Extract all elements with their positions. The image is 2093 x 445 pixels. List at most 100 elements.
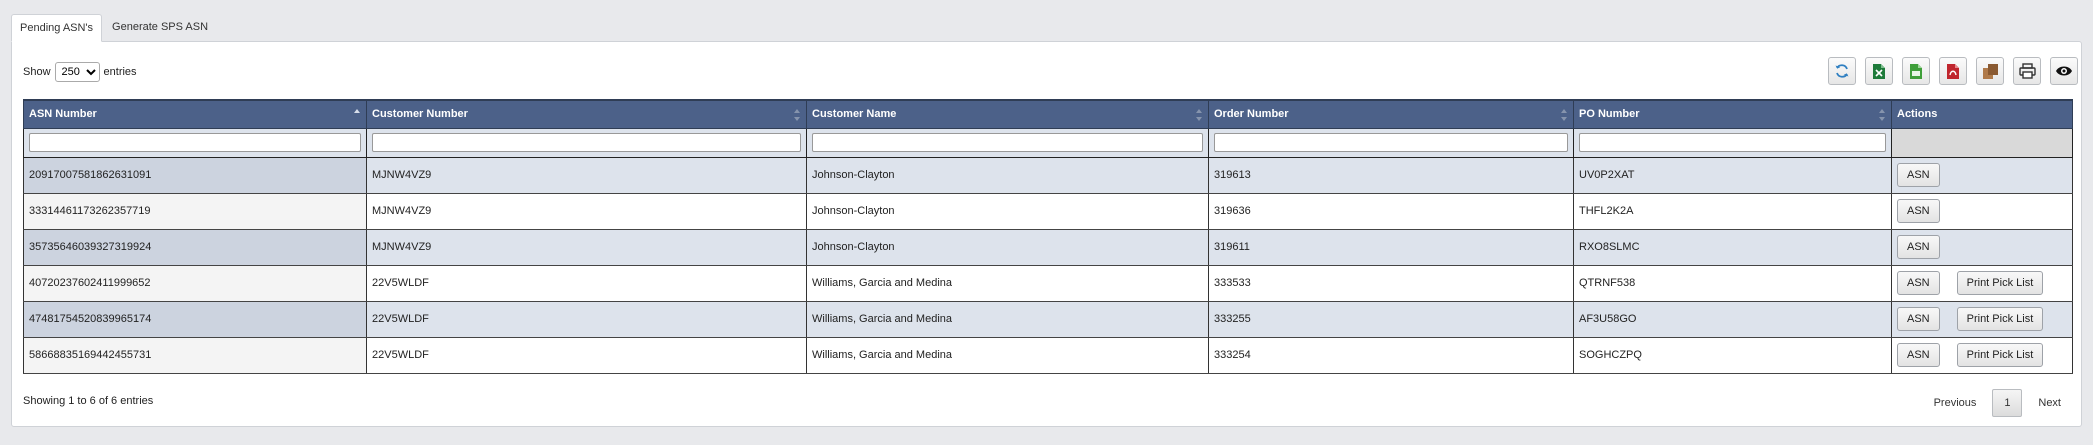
filter-cell (366, 128, 807, 158)
export-toolbar (1828, 57, 2078, 85)
asn-table: ASN Number Customer Number Customer Name… (23, 99, 2073, 374)
entries-length-control: Show 250 entries (23, 62, 137, 82)
customer-number-cell: 22V5WLDF (366, 265, 807, 302)
asn-button[interactable]: ASN (1897, 343, 1940, 367)
column-header-label: ASN Number (29, 108, 97, 121)
copy-button[interactable] (1976, 57, 2004, 85)
order-number-filter-input[interactable] (1214, 133, 1568, 152)
table-row: 40720237602411999652 22V5WLDF Williams, … (23, 265, 2073, 302)
column-header-po-number[interactable]: PO Number (1573, 99, 1892, 129)
print-pick-list-button[interactable]: Print Pick List (1956, 343, 2044, 367)
po-number-cell: SOGHCZPQ (1573, 337, 1892, 374)
po-number-cell: AF3U58GO (1573, 301, 1892, 338)
sort-icon (794, 109, 800, 121)
asn-number-filter-input[interactable] (29, 133, 361, 152)
column-header-customer-name[interactable]: Customer Name (806, 99, 1209, 129)
print-pick-list-button[interactable]: Print Pick List (1956, 271, 2044, 295)
order-number-cell: 319611 (1208, 229, 1574, 266)
export-pdf-button[interactable] (1939, 57, 1967, 85)
column-header-label: PO Number (1579, 108, 1640, 121)
customer-name-filter-input[interactable] (812, 133, 1203, 152)
tab-generate-sps-asn[interactable]: Generate SPS ASN (104, 14, 216, 41)
actions-cell: ASN Print Pick List (1891, 301, 2073, 338)
po-number-cell: QTRNF538 (1573, 265, 1892, 302)
filter-row (23, 128, 2073, 158)
copy-icon (1982, 63, 1999, 80)
customer-name-cell: Williams, Garcia and Medina (806, 265, 1209, 302)
asn-number-cell: 47481754520839965174 (23, 301, 367, 338)
sort-icon (1196, 109, 1202, 121)
po-number-cell: UV0P2XAT (1573, 157, 1892, 194)
show-label: Show (23, 66, 51, 78)
actions-cell: ASN (1891, 157, 2073, 194)
sort-icon (1561, 109, 1567, 121)
previous-page-button[interactable]: Previous (1924, 397, 1987, 409)
csv-icon (1909, 63, 1923, 80)
asn-number-cell: 40720237602411999652 (23, 265, 367, 302)
next-page-button[interactable]: Next (2028, 397, 2071, 409)
refresh-button[interactable] (1828, 57, 1856, 85)
tab-bar: Pending ASN's Generate SPS ASN (11, 14, 216, 42)
pagination: Previous 1 Next (1924, 389, 2071, 417)
table-row: 20917007581862631091 MJNW4VZ9 Johnson-Cl… (23, 157, 2073, 194)
sort-ascending-icon (354, 109, 360, 121)
filter-cell (23, 128, 367, 158)
asn-button[interactable]: ASN (1897, 235, 1940, 259)
column-header-asn-number[interactable]: ASN Number (23, 99, 367, 129)
refresh-icon (1834, 63, 1850, 79)
column-header-customer-number[interactable]: Customer Number (366, 99, 807, 129)
customer-name-cell: Johnson-Clayton (806, 229, 1209, 266)
order-number-cell: 319636 (1208, 193, 1574, 230)
customer-number-cell: 22V5WLDF (366, 301, 807, 338)
column-header-label: Order Number (1214, 108, 1289, 121)
customer-number-filter-input[interactable] (372, 133, 801, 152)
table-info: Showing 1 to 6 of 6 entries (23, 395, 154, 407)
po-number-filter-input[interactable] (1579, 133, 1886, 152)
actions-cell: ASN (1891, 229, 2073, 266)
customer-number-cell: MJNW4VZ9 (366, 193, 807, 230)
customer-name-cell: Johnson-Clayton (806, 157, 1209, 194)
po-number-cell: RXO8SLMC (1573, 229, 1892, 266)
asn-button[interactable]: ASN (1897, 163, 1940, 187)
asn-number-cell: 33314461173262357719 (23, 193, 367, 230)
customer-name-cell: Williams, Garcia and Medina (806, 337, 1209, 374)
asn-number-cell: 35735646039327319924 (23, 229, 367, 266)
actions-filter-cell (1891, 128, 2073, 158)
customer-number-cell: MJNW4VZ9 (366, 229, 807, 266)
tab-pending-asns[interactable]: Pending ASN's (11, 14, 103, 42)
header-row: ASN Number Customer Number Customer Name… (23, 99, 2073, 129)
page-1-button[interactable]: 1 (1992, 389, 2023, 417)
customer-number-cell: MJNW4VZ9 (366, 157, 807, 194)
table-row: 35735646039327319924 MJNW4VZ9 Johnson-Cl… (23, 229, 2073, 266)
print-pick-list-button[interactable]: Print Pick List (1956, 307, 2044, 331)
asn-button[interactable]: ASN (1897, 199, 1940, 223)
column-header-actions: Actions (1891, 99, 2073, 129)
filter-cell (806, 128, 1209, 158)
tab-panel: Show 250 entries ASN Number Customer Num… (11, 41, 2082, 427)
print-icon (2018, 63, 2036, 79)
order-number-cell: 319613 (1208, 157, 1574, 194)
table-row: 33314461173262357719 MJNW4VZ9 Johnson-Cl… (23, 193, 2073, 230)
sort-icon (1879, 109, 1885, 121)
column-header-label: Customer Number (372, 108, 468, 121)
customer-name-cell: Williams, Garcia and Medina (806, 301, 1209, 338)
customer-number-cell: 22V5WLDF (366, 337, 807, 374)
customer-name-cell: Johnson-Clayton (806, 193, 1209, 230)
table-row: 58668835169442455731 22V5WLDF Williams, … (23, 337, 2073, 374)
asn-number-cell: 20917007581862631091 (23, 157, 367, 194)
asn-number-cell: 58668835169442455731 (23, 337, 367, 374)
asn-button[interactable]: ASN (1897, 271, 1940, 295)
column-header-label: Customer Name (812, 108, 897, 121)
pdf-icon (1946, 63, 1960, 80)
print-button[interactable] (2013, 57, 2041, 85)
order-number-cell: 333255 (1208, 301, 1574, 338)
column-header-order-number[interactable]: Order Number (1208, 99, 1574, 129)
export-excel-button[interactable] (1865, 57, 1893, 85)
table-row: 47481754520839965174 22V5WLDF Williams, … (23, 301, 2073, 338)
entries-per-page-select[interactable]: 250 (54, 62, 100, 82)
column-visibility-button[interactable] (2050, 57, 2078, 85)
asn-button[interactable]: ASN (1897, 307, 1940, 331)
entries-label: entries (103, 66, 137, 78)
export-csv-button[interactable] (1902, 57, 1930, 85)
column-header-label: Actions (1897, 108, 1938, 121)
